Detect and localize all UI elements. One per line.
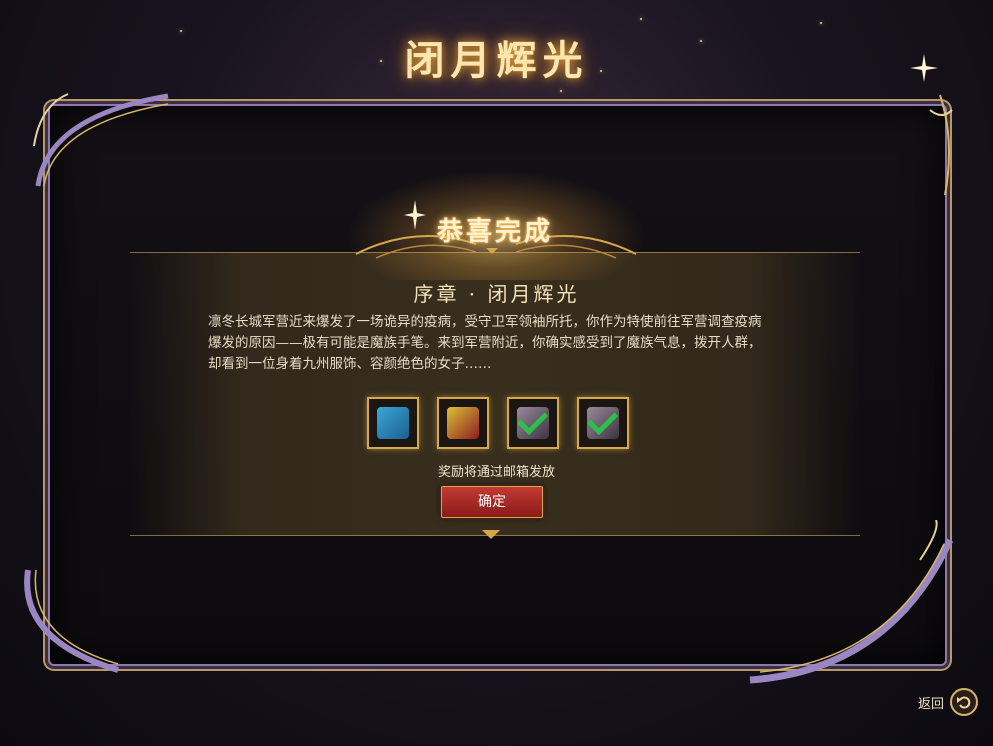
chapter-description: 凛冬长城军营近来爆发了一场诡异的疫病，受守卫军领袖所托，你作为特使前往军营调查疫… — [208, 312, 798, 375]
description-line: 却看到一位身着九州服饰、容颜绝色的女子…… — [208, 356, 492, 372]
back-label: 返回 — [918, 696, 945, 712]
chapter-title: 序章 · 闭月辉光 — [413, 282, 580, 306]
frame-ornament-top-right — [929, 94, 953, 196]
reward-list — [367, 397, 629, 449]
reward-slot[interactable] — [437, 397, 489, 449]
screen-title: 闭月辉光 — [404, 37, 589, 84]
confirm-button[interactable]: 确定 — [441, 486, 543, 518]
frame-ornament-bottom-right — [749, 520, 954, 684]
return-arrow-icon — [950, 688, 979, 716]
mail-delivery-note: 奖励将通过邮箱发放 — [437, 465, 555, 480]
reward-slot[interactable] — [367, 397, 419, 449]
gift-box-icon — [447, 407, 479, 439]
description-line: 爆发的原因——极有可能是魔族手笔。来到军营附近，你确实感受到了魔族气息，拨开人群… — [208, 335, 762, 351]
chevron-down-icon — [486, 248, 498, 254]
back-button[interactable]: 返回 — [918, 688, 979, 716]
frame-ornament-top-left — [33, 93, 169, 187]
chevron-down-icon — [482, 530, 500, 539]
star-sparkle-icon — [910, 54, 938, 82]
gift-box-icon — [377, 407, 409, 439]
frame-ornament-bottom-left — [24, 569, 119, 673]
description-line: 凛冬长城军营近来爆发了一场诡异的疫病，受守卫军领袖所托，你作为特使前往军营调查疫… — [208, 314, 762, 330]
reward-slot[interactable] — [577, 397, 629, 449]
reward-slot[interactable] — [507, 397, 559, 449]
